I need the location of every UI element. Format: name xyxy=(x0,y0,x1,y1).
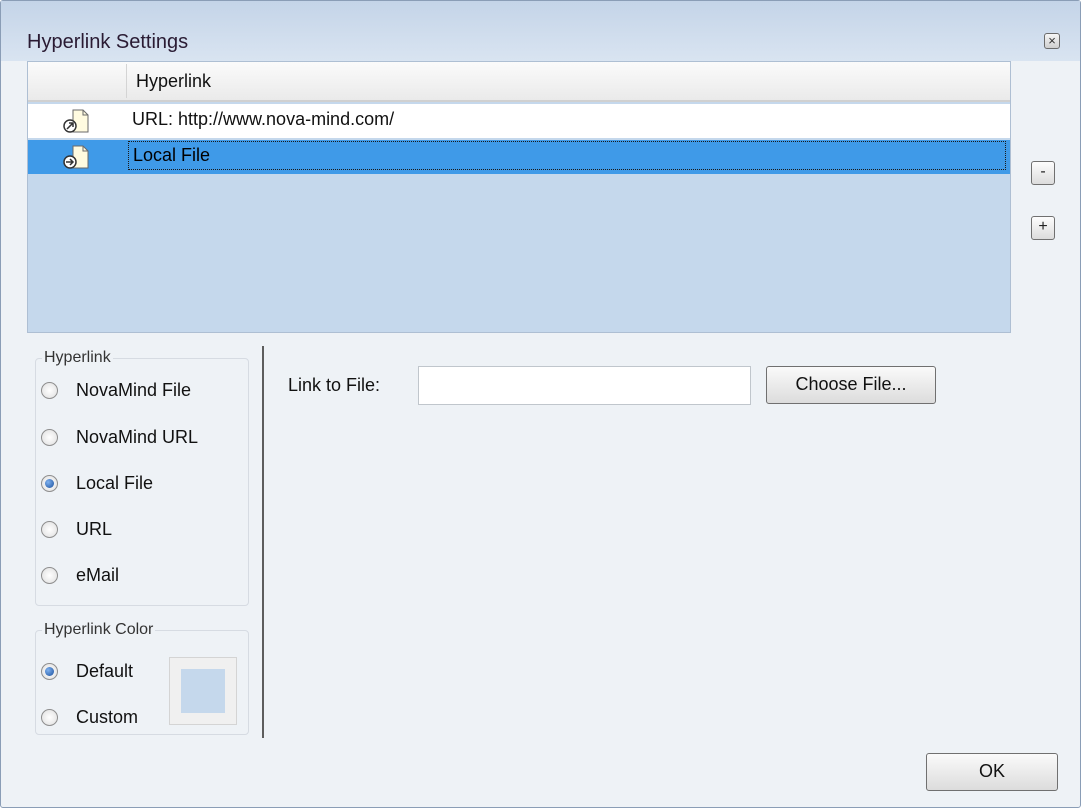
close-icon[interactable]: × xyxy=(1044,33,1060,49)
radio-label: URL xyxy=(76,519,113,539)
panel-divider xyxy=(262,346,264,738)
radio-button-checked[interactable] xyxy=(41,663,58,680)
hyperlink-group-legend: Hyperlink xyxy=(44,349,111,366)
radio-button[interactable] xyxy=(41,429,58,446)
choose-file-button[interactable]: Choose File... xyxy=(766,366,936,404)
list-item-label: Local File xyxy=(128,141,1006,170)
radio-button-checked[interactable] xyxy=(41,475,58,492)
radio-button[interactable] xyxy=(41,521,58,538)
local-file-document-icon xyxy=(63,145,89,169)
list-item-label: URL: http://www.nova-mind.com/ xyxy=(132,109,395,129)
color-swatch-frame[interactable] xyxy=(169,657,237,725)
radio-label: Custom xyxy=(76,707,139,727)
hyperlink-list[interactable]: Hyperlink URL: http://www.nova-mind.com/… xyxy=(27,61,1011,333)
list-item-selected[interactable]: Local File xyxy=(28,140,1010,174)
remove-hyperlink-button[interactable]: - xyxy=(1031,161,1055,185)
ok-button[interactable]: OK xyxy=(926,753,1058,791)
radio-button[interactable] xyxy=(41,709,58,726)
radio-label: Default xyxy=(76,661,134,681)
list-item[interactable]: URL: http://www.nova-mind.com/ xyxy=(28,104,1010,138)
column-header-hyperlink[interactable]: Hyperlink xyxy=(136,71,211,92)
radio-button[interactable] xyxy=(41,567,58,584)
link-to-file-input[interactable] xyxy=(418,366,751,405)
radio-label: eMail xyxy=(76,565,120,585)
header-separator xyxy=(126,64,127,98)
radio-button[interactable] xyxy=(41,382,58,399)
web-link-document-icon xyxy=(63,109,89,133)
add-hyperlink-button[interactable]: + xyxy=(1031,216,1055,240)
radio-label: NovaMind File xyxy=(76,380,192,400)
radio-label: Local File xyxy=(76,473,154,493)
title-bar: Hyperlink Settings × xyxy=(1,1,1080,61)
radio-label: NovaMind URL xyxy=(76,427,199,447)
hyperlink-settings-dialog: Hyperlink Settings × Hyperlink URL: http… xyxy=(0,0,1081,808)
dialog-title: Hyperlink Settings xyxy=(27,31,189,53)
list-header: Hyperlink xyxy=(28,62,1010,102)
link-to-file-label: Link to File: xyxy=(288,375,381,395)
hyperlink-color-legend: Hyperlink Color xyxy=(44,621,154,638)
color-swatch[interactable] xyxy=(181,669,225,713)
